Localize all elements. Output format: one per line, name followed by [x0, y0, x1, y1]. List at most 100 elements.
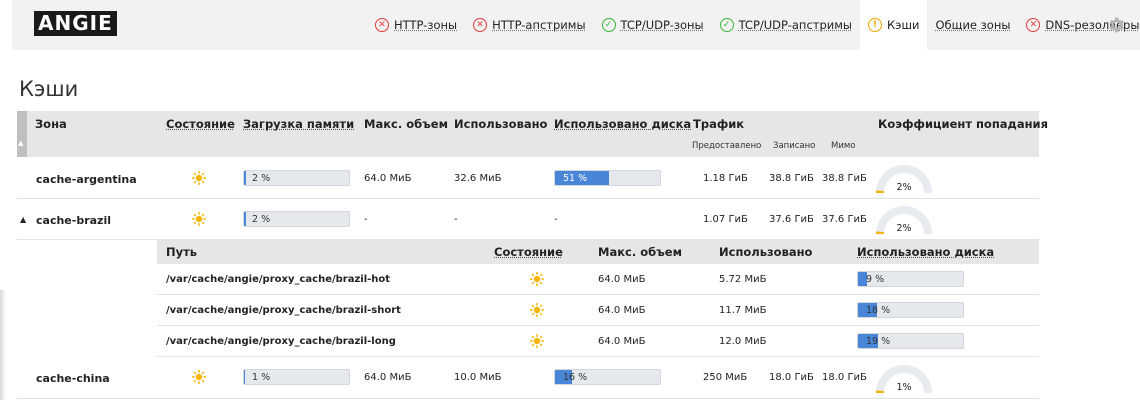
- header-path-state[interactable]: Состояние: [494, 245, 563, 259]
- path-value: /var/cache/angie/proxy_cache/brazil-shor…: [166, 305, 401, 316]
- memory-load-bar: 1 %: [243, 369, 350, 385]
- bar-label: 2 %: [252, 173, 271, 184]
- ok-status-icon: ✓: [601, 18, 616, 32]
- traffic-served-value: 250 МиБ: [703, 372, 748, 383]
- used-value: 10.0 МиБ: [454, 372, 502, 383]
- tab-tcp-udp-zones[interactable]: ✓ TCP/UDP-зоны: [594, 0, 712, 50]
- traffic-served-value: 1.07 ГиБ: [703, 214, 748, 225]
- max-size-value: 64.0 МиБ: [364, 372, 412, 383]
- tab-tcp-udp-upstreams[interactable]: ✓ TCP/UDP-апстримы: [712, 0, 860, 50]
- disk-used-value: -: [554, 214, 558, 225]
- path-max-size: 64.0 МиБ: [598, 274, 646, 285]
- path-max-size: 64.0 МиБ: [598, 305, 646, 316]
- sun-icon: [530, 272, 544, 286]
- sort-handle[interactable]: [17, 111, 27, 157]
- traffic-written-value: 18.0 ГиБ: [769, 372, 814, 383]
- used-value: 32.6 МиБ: [454, 173, 502, 184]
- hit-ratio-gauge: 2%: [874, 163, 934, 197]
- tab-label: TCP/UDP-зоны: [620, 18, 704, 32]
- ok-status-icon: ✓: [719, 18, 734, 32]
- warning-status-icon: !: [868, 18, 882, 32]
- page-title: Кэши: [19, 77, 79, 101]
- path-value: /var/cache/angie/proxy_cache/brazil-hot: [166, 274, 391, 285]
- header-max-size: Макс. объем: [364, 117, 448, 131]
- tab-caches[interactable]: ! Кэши: [860, 0, 928, 50]
- bar-label: 16 %: [563, 372, 588, 383]
- nav-tabs: ✕ HTTP-зоны ✕ HTTP-апстримы ✓ TCP/UDP-зо…: [367, 0, 1140, 50]
- used-value: -: [454, 214, 458, 225]
- error-status-icon: ✕: [473, 18, 488, 32]
- max-size-value: -: [364, 214, 368, 225]
- error-status-icon: ✕: [375, 18, 389, 32]
- tab-label: Кэши: [887, 18, 920, 32]
- header-traffic-bypass: Мимо: [831, 141, 856, 151]
- path-row: /var/cache/angie/proxy_cache/brazil-hot …: [157, 264, 1039, 295]
- collapse-toggle-icon[interactable]: ▲: [20, 215, 26, 224]
- top-navigation-bar: ANGIE ✕ HTTP-зоны ✕ HTTP-апстримы ✓ TCP/…: [12, 0, 1140, 50]
- disk-used-bar: 51 %: [554, 170, 661, 186]
- bar-label: 9 %: [866, 274, 885, 285]
- path-disk-used-bar: 18 %: [857, 302, 964, 318]
- bar-fill: [244, 171, 247, 185]
- tab-label: TCP/UDP-апстримы: [738, 18, 852, 32]
- header-disk-used[interactable]: Использовано диска: [554, 117, 691, 131]
- zone-name: cache-brazil: [36, 214, 111, 227]
- bar-label: 18 %: [866, 305, 891, 316]
- hit-ratio-value: 1%: [896, 382, 912, 393]
- hit-ratio-gauge: 1%: [874, 363, 934, 397]
- sun-icon: [192, 370, 206, 384]
- path-row: /var/cache/angie/proxy_cache/brazil-shor…: [157, 295, 1039, 326]
- tab-label: HTTP-зоны: [394, 18, 458, 32]
- table-row: cache-argentina 2 % 64.0 МиБ 32.6 МиБ 51…: [17, 157, 1039, 199]
- path-max-size: 64.0 МиБ: [598, 336, 646, 347]
- tab-http-zones[interactable]: ✕ HTTP-зоны: [367, 0, 465, 50]
- hit-ratio-value: 2%: [896, 182, 912, 193]
- tab-label: HTTP-апстримы: [492, 18, 586, 32]
- sun-icon: [192, 171, 206, 185]
- tab-http-upstreams[interactable]: ✕ HTTP-апстримы: [465, 0, 593, 50]
- traffic-bypass-value: 37.6 ГиБ: [822, 214, 867, 225]
- header-traffic-served: Предоставлено: [692, 141, 762, 151]
- zone-name: cache-argentina: [36, 173, 137, 186]
- header-memory-load[interactable]: Загрузка памяти: [243, 117, 354, 131]
- traffic-written-value: 38.8 ГиБ: [769, 173, 814, 184]
- memory-load-bar: 2 %: [243, 170, 350, 186]
- path-row: /var/cache/angie/proxy_cache/brazil-long…: [157, 326, 1039, 357]
- hit-ratio-value: 2%: [896, 223, 912, 234]
- paths-table-header: Путь Состояние Макс. объем Использовано …: [157, 240, 1039, 264]
- disk-used-bar: 16 %: [554, 369, 661, 385]
- header-path-used: Использовано: [719, 245, 813, 259]
- traffic-bypass-value: 38.8 ГиБ: [822, 173, 867, 184]
- tab-label: Общие зоны: [935, 18, 1011, 32]
- header-traffic: Трафик: [693, 117, 745, 131]
- header-traffic-written: Записано: [773, 141, 816, 151]
- sun-icon: [530, 334, 544, 348]
- gear-icon[interactable]: [1106, 15, 1126, 35]
- path-used: 12.0 МиБ: [719, 336, 767, 347]
- path-used: 5.72 МиБ: [719, 274, 767, 285]
- traffic-bypass-value: 18.0 ГиБ: [822, 372, 867, 383]
- zone-name: cache-china: [36, 372, 110, 385]
- bar-label: 1 %: [252, 372, 271, 383]
- header-used: Использовано: [454, 117, 548, 131]
- path-value: /var/cache/angie/proxy_cache/brazil-long: [166, 336, 396, 347]
- hit-ratio-gauge: 2%: [874, 204, 934, 238]
- bar-label: 2 %: [252, 214, 271, 225]
- path-used: 11.7 МиБ: [719, 305, 767, 316]
- max-size-value: 64.0 МиБ: [364, 173, 412, 184]
- sun-icon: [530, 303, 544, 317]
- table-row[interactable]: ▲ cache-brazil 2 % - - - 1.07 ГиБ 37.6 Г…: [17, 199, 1039, 240]
- traffic-written-value: 37.6 ГиБ: [769, 214, 814, 225]
- angie-logo[interactable]: ANGIE: [34, 11, 117, 36]
- header-path-max-size: Макс. объем: [598, 245, 682, 259]
- header-hit-ratio: Коэффициент попадания: [878, 117, 1048, 131]
- traffic-served-value: 1.18 ГиБ: [703, 173, 748, 184]
- bar-label: 19 %: [866, 336, 891, 347]
- header-path: Путь: [166, 245, 198, 259]
- header-zone[interactable]: Зона: [35, 117, 67, 131]
- tab-shared-zones[interactable]: Общие зоны: [927, 0, 1018, 50]
- header-state[interactable]: Состояние: [166, 117, 235, 131]
- header-path-disk-used[interactable]: Использовано диска: [857, 245, 994, 259]
- table-row: cache-china 1 % 64.0 МиБ 10.0 МиБ 16 % 2…: [17, 357, 1039, 399]
- bar-label: 51 %: [563, 173, 588, 184]
